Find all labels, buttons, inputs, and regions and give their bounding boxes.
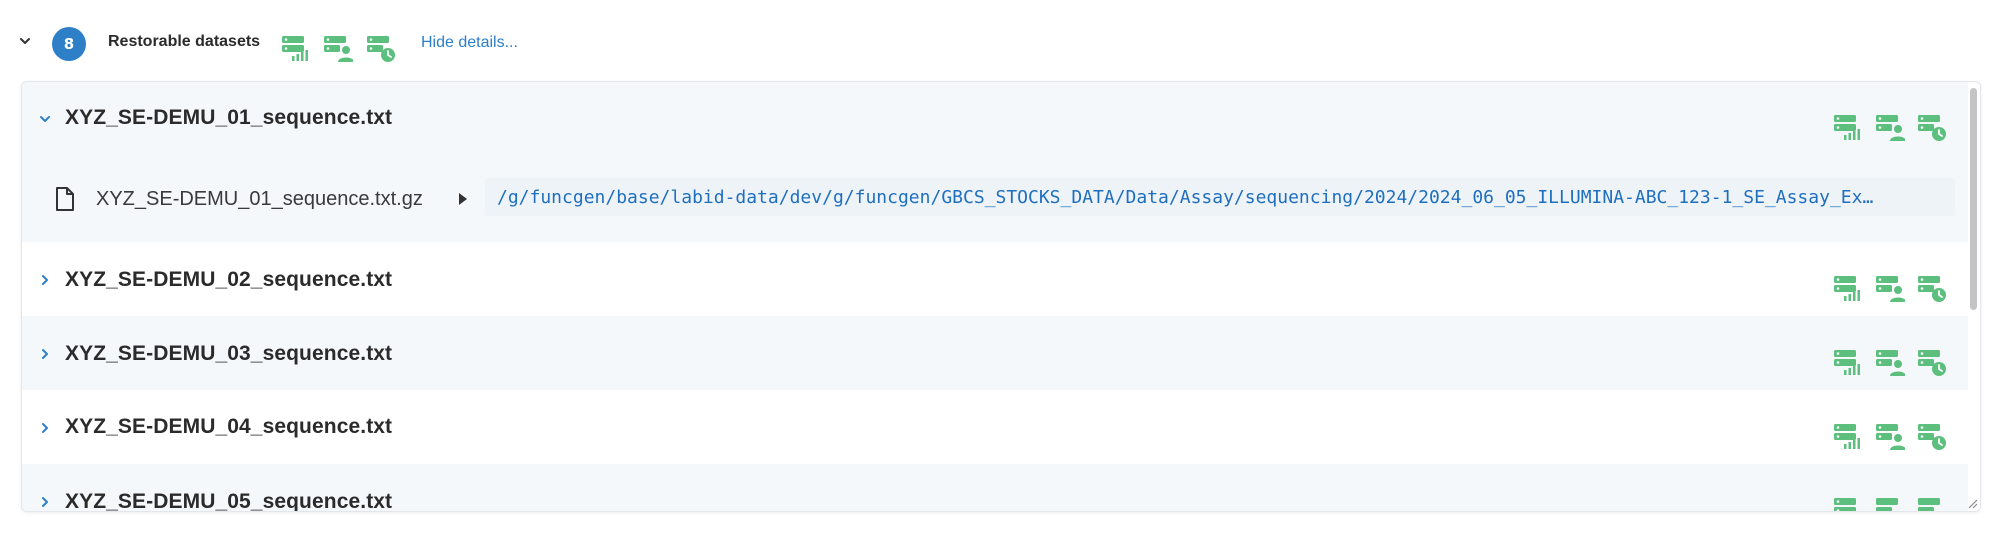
chevron-right-icon[interactable] (38, 273, 52, 287)
storage-clock-icon[interactable] (1917, 347, 1947, 377)
dataset-name[interactable]: XYZ_SE-DEMU_01_sequence.txt (65, 106, 392, 130)
chevron-down-icon[interactable] (38, 112, 52, 126)
storage-clock-icon[interactable] (366, 33, 396, 63)
section-title: Restorable datasets (108, 33, 261, 50)
caret-right-icon[interactable] (456, 190, 470, 208)
file-path-box[interactable]: /g/funcgen/base/labid-data/dev/g/funcgen… (485, 178, 1955, 216)
file-entry: XYZ_SE-DEMU_01_sequence.txt.gz /g/funcge… (22, 170, 1968, 230)
storage-user-icon[interactable] (1875, 495, 1905, 512)
file-path[interactable]: /g/funcgen/base/labid-data/dev/g/funcgen… (497, 187, 1947, 208)
storage-signal-icon[interactable] (1833, 421, 1863, 451)
chevron-right-icon[interactable] (38, 495, 52, 509)
storage-signal-icon[interactable] (1833, 112, 1863, 142)
storage-user-icon[interactable] (323, 33, 353, 63)
storage-user-icon[interactable] (1875, 273, 1905, 303)
storage-signal-icon[interactable] (1833, 273, 1863, 303)
dataset-row: XYZ_SE-DEMU_02_sequence.txt (22, 242, 1968, 316)
dataset-row: XYZ_SE-DEMU_01_sequence.txt XYZ_SE-DEMU_… (22, 82, 1968, 242)
dataset-name[interactable]: XYZ_SE-DEMU_05_sequence.txt (65, 490, 392, 511)
file-icon (56, 187, 74, 211)
datasets-panel: XYZ_SE-DEMU_01_sequence.txt XYZ_SE-DEMU_… (21, 81, 1981, 512)
storage-signal-icon[interactable] (1833, 347, 1863, 377)
chevron-right-icon[interactable] (38, 347, 52, 361)
vertical-scrollbar[interactable] (1968, 82, 1980, 511)
storage-signal-icon[interactable] (1833, 495, 1863, 512)
restorable-datasets-header: 8 Restorable datasets Hide details... (0, 0, 2000, 80)
dataset-row: XYZ_SE-DEMU_03_sequence.txt (22, 316, 1968, 390)
storage-clock-icon[interactable] (1917, 273, 1947, 303)
resize-handle-icon[interactable] (1966, 497, 1978, 509)
storage-clock-icon[interactable] (1917, 495, 1947, 512)
dataset-name[interactable]: XYZ_SE-DEMU_03_sequence.txt (65, 342, 392, 366)
storage-clock-icon[interactable] (1917, 112, 1947, 142)
storage-user-icon[interactable] (1875, 112, 1905, 142)
dataset-row: XYZ_SE-DEMU_04_sequence.txt (22, 390, 1968, 464)
hide-details-link[interactable]: Hide details... (421, 34, 518, 52)
chevron-down-icon[interactable] (18, 34, 32, 48)
count-badge: 8 (52, 27, 86, 61)
chevron-right-icon[interactable] (38, 421, 52, 435)
dataset-name[interactable]: XYZ_SE-DEMU_04_sequence.txt (65, 415, 392, 439)
dataset-name[interactable]: XYZ_SE-DEMU_02_sequence.txt (65, 268, 392, 292)
dataset-row: XYZ_SE-DEMU_05_sequence.txt (22, 464, 1968, 512)
storage-user-icon[interactable] (1875, 347, 1905, 377)
scrollbar-thumb[interactable] (1970, 88, 1977, 310)
file-name: XYZ_SE-DEMU_01_sequence.txt.gz (96, 188, 423, 210)
storage-signal-icon[interactable] (281, 33, 311, 63)
storage-clock-icon[interactable] (1917, 421, 1947, 451)
storage-user-icon[interactable] (1875, 421, 1905, 451)
